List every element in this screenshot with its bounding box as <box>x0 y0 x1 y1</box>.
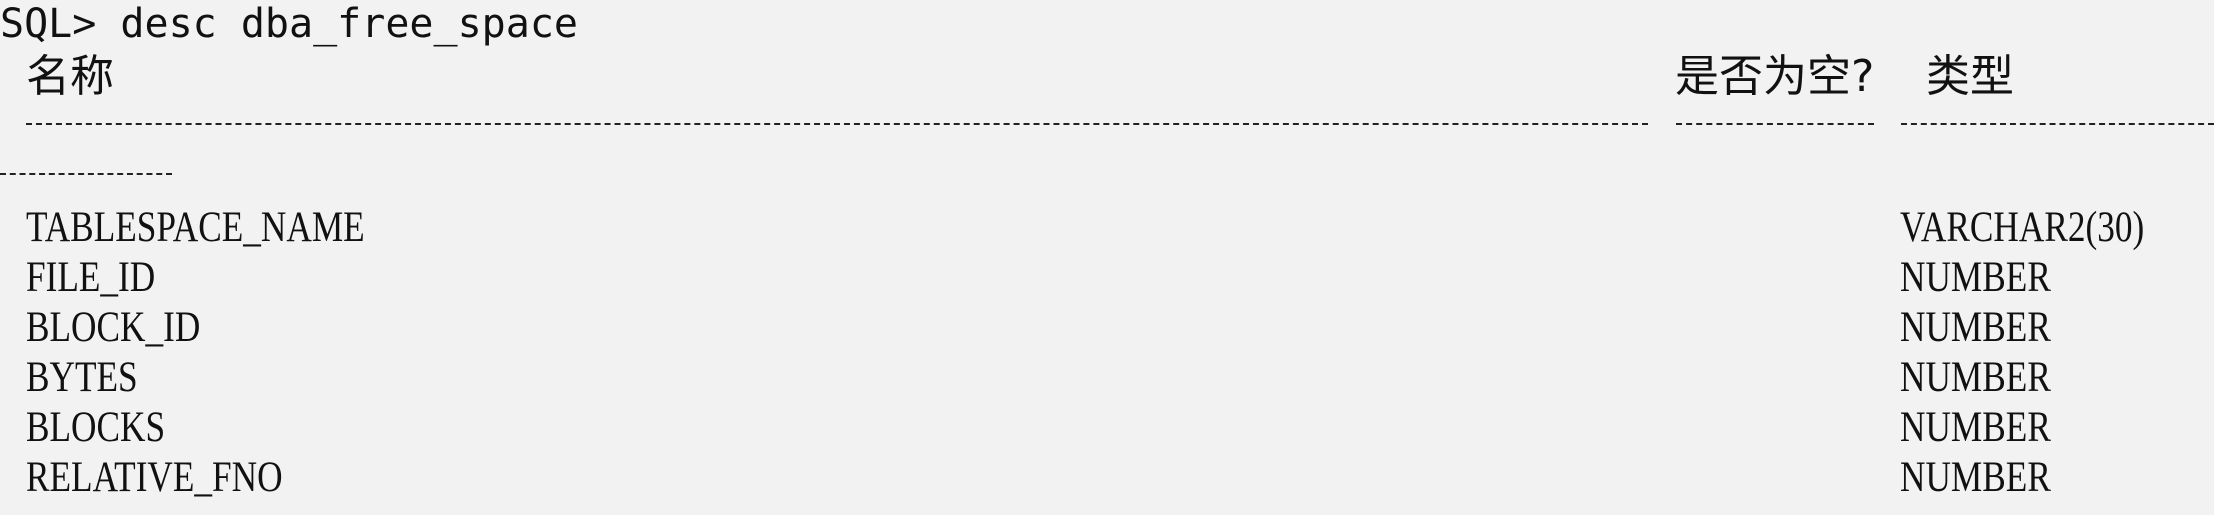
column-header-name: 名称 <box>26 51 114 102</box>
row-name: RELATIVE_FNO <box>26 454 283 501</box>
row-name: BLOCK_ID <box>26 304 201 351</box>
row-type: NUMBER <box>1900 354 2051 401</box>
row-type: NUMBER <box>1900 404 2051 451</box>
row-name: FILE_ID <box>26 254 156 301</box>
row-type: VARCHAR2(30) <box>1900 204 2145 251</box>
command-line: SQL> desc dba_free_space <box>0 4 578 44</box>
row-type: NUMBER <box>1900 454 2051 501</box>
row-type: NUMBER <box>1900 304 2051 351</box>
separator-nullable-column <box>1676 123 1874 128</box>
sql-prompt: SQL> <box>0 1 97 47</box>
separator-name-column <box>26 123 1648 128</box>
row-type: NUMBER <box>1900 254 2051 301</box>
separator-type-column <box>1901 123 2214 128</box>
column-header-nullable: 是否为空? <box>1675 51 1875 102</box>
row-name: TABLESPACE_NAME <box>26 204 365 251</box>
sqlplus-terminal[interactable]: SQL> desc dba_free_space 名称 是否为空? 类型 TAB… <box>0 0 2214 515</box>
row-name: BLOCKS <box>26 404 166 451</box>
row-name: BYTES <box>26 354 138 401</box>
separator-type-column-wrap <box>0 173 172 178</box>
command-text: desc dba_free_space <box>120 1 578 47</box>
column-header-type: 类型 <box>1926 51 2014 102</box>
